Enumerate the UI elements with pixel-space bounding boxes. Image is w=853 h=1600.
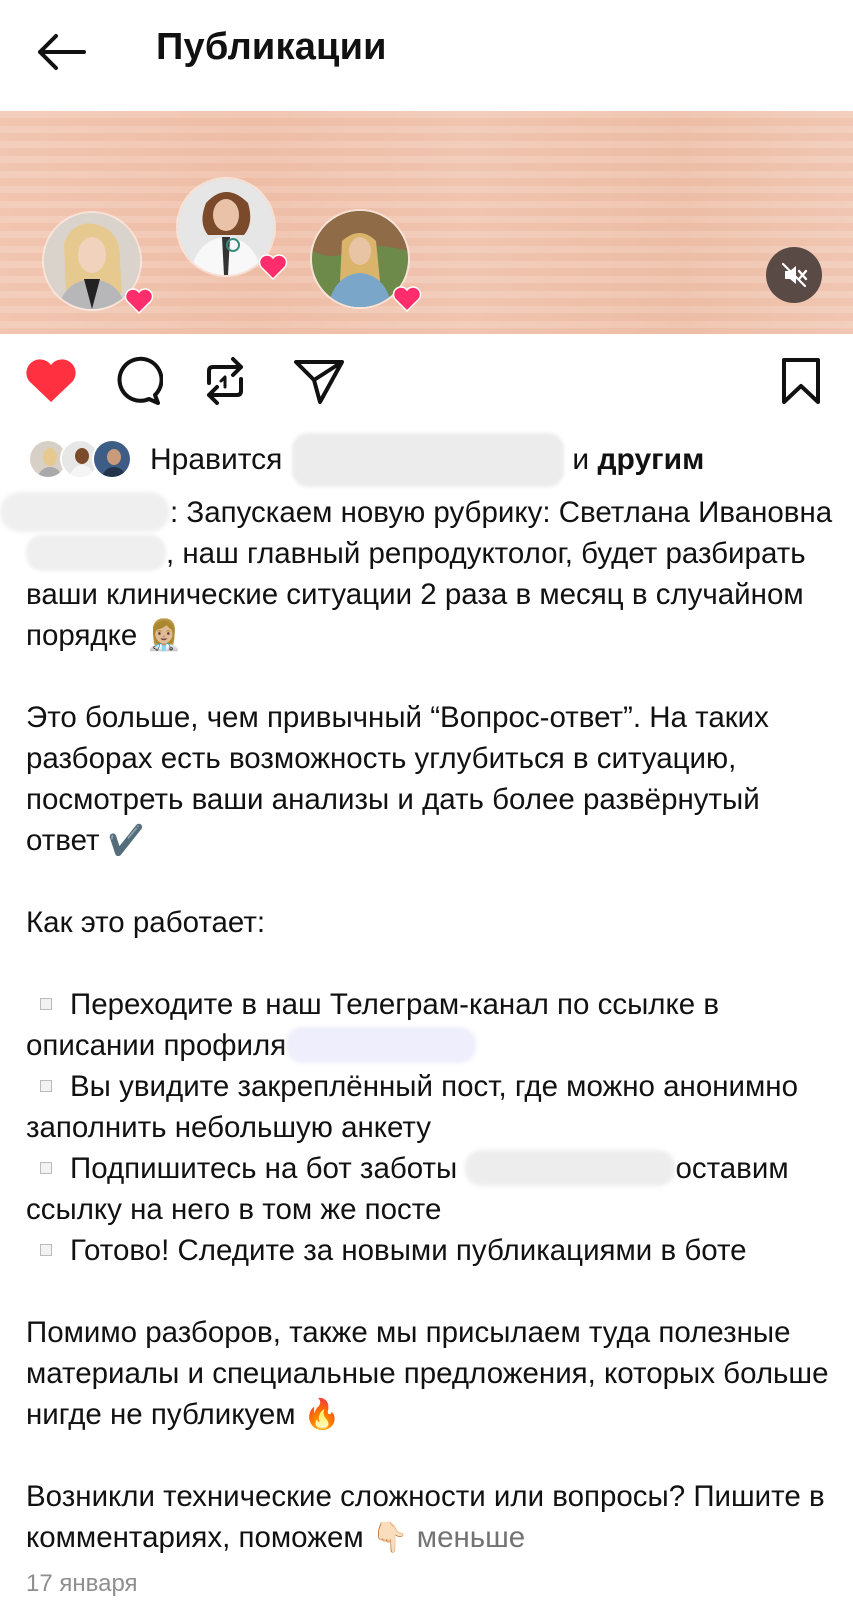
caption-bullet2: Вы увидите закреплённый пост, где можно … (26, 1070, 799, 1144)
share-button[interactable] (290, 352, 348, 410)
caption-para5: Помимо разборов, также мы присылаем туда… (26, 1316, 829, 1431)
profile-link-redacted[interactable] (286, 1027, 477, 1063)
media-avatar-2 (176, 177, 288, 281)
post-date: 17 января (26, 1570, 138, 1597)
mute-button[interactable] (766, 247, 822, 303)
caption-para2: Это больше, чем привычный “Вопрос-ответ”… (26, 701, 769, 857)
send-icon (294, 360, 344, 404)
likes-conj: и (572, 443, 590, 476)
speaker-muted-icon (781, 262, 808, 288)
repost-button[interactable] (196, 352, 254, 410)
caption-para3: Как это работает: (26, 906, 266, 939)
comment-button[interactable] (108, 352, 166, 410)
top-bar: Публикации (0, 0, 853, 108)
arrow-left-icon (38, 34, 86, 70)
show-less-link[interactable]: меньше (417, 1521, 525, 1554)
heart-icon (124, 288, 154, 315)
post-media[interactable] (0, 111, 853, 334)
liker-name-redacted (292, 433, 565, 487)
caption-bullet3a: Подпишитесь на бот заботы (70, 1152, 458, 1185)
like-button[interactable] (22, 352, 80, 410)
likes-summary[interactable]: Нравится и другим (28, 433, 704, 487)
repost-icon (207, 357, 243, 405)
bullet-icon (40, 997, 52, 1010)
liker-avatar (92, 439, 132, 479)
bullet-icon (40, 1243, 52, 1256)
likes-others[interactable]: другим (598, 443, 705, 477)
likes-prefix: Нравится (150, 443, 283, 476)
page-title: Публикации (156, 26, 387, 68)
author-username-redacted[interactable] (0, 492, 170, 532)
liker-avatars (28, 439, 132, 481)
bullet-icon (40, 1161, 52, 1174)
heart-filled-icon (26, 359, 76, 402)
save-button[interactable] (772, 352, 830, 410)
comment-icon (117, 356, 163, 405)
media-avatar-3 (310, 209, 422, 313)
likes-text: Нравится и другим (150, 433, 704, 487)
caption-line1: : Запускаем новую рубрику: Светлана Иван… (170, 496, 833, 529)
caption-bullet4: Готово! Следите за новыми публикациями в… (70, 1234, 747, 1267)
post-actions (0, 352, 853, 418)
bot-name-redacted (465, 1150, 676, 1186)
heart-icon (258, 254, 288, 281)
surname-redacted (26, 535, 166, 571)
bullet-icon (40, 1079, 52, 1092)
post-caption: : Запускаем новую рубрику: Светлана Иван… (0, 492, 838, 1558)
back-button[interactable] (30, 28, 90, 76)
media-avatar-1 (42, 211, 154, 315)
heart-icon (392, 286, 422, 313)
bookmark-icon (782, 358, 820, 404)
